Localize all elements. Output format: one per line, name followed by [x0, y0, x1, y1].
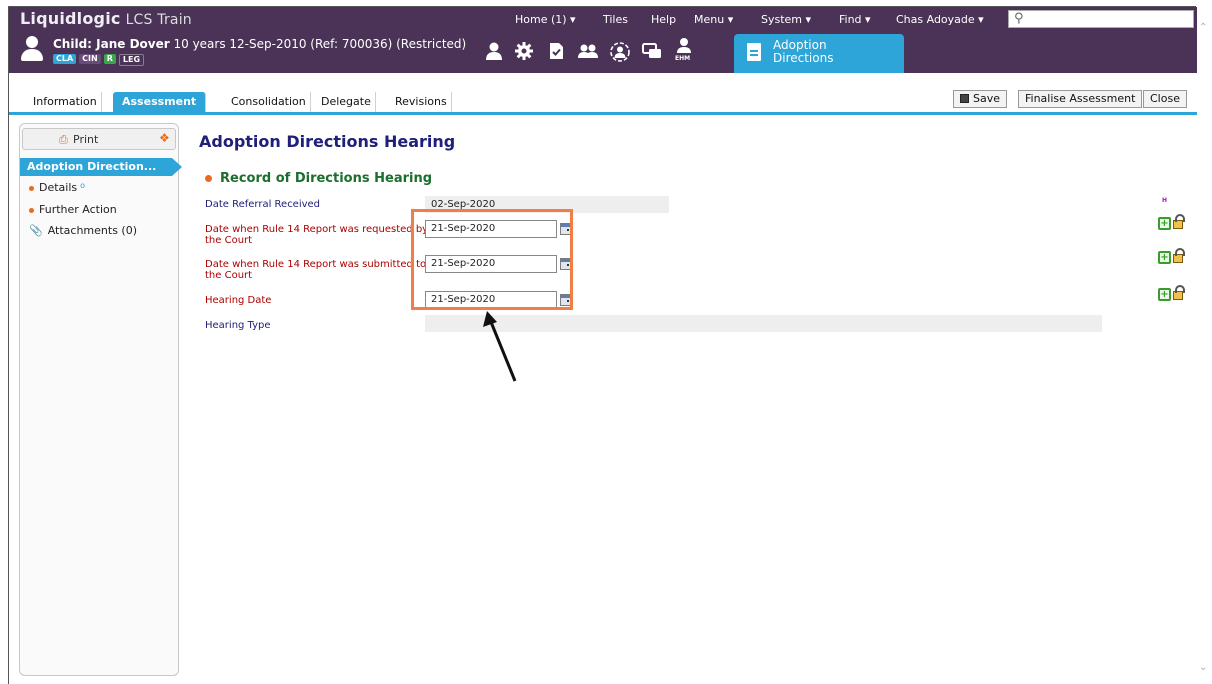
tab-delegate[interactable]: Delegate: [317, 92, 376, 112]
finalise-assessment-button[interactable]: Finalise Assessment: [1018, 90, 1143, 108]
child-avatar-icon: [21, 36, 43, 64]
sidebar-details-label: Details: [39, 181, 78, 194]
person-icon[interactable]: [483, 41, 505, 63]
ehm-label: EHM: [675, 55, 691, 62]
document-icon: [747, 43, 761, 61]
section-heading: Record of Directions Hearing: [205, 171, 432, 186]
rule14-submitted-label-line1: Date when Rule 14 Report was submitted t…: [205, 259, 427, 270]
save-label: Save: [973, 92, 1001, 105]
tab-consolidation[interactable]: Consolidation: [227, 92, 311, 112]
child-details: 10 years 12-Sep-2010 (Ref: 700036) (Rest…: [173, 37, 467, 51]
active-tab-line2: Directions: [773, 51, 834, 65]
rule14-submitted-label: Date when Rule 14 Report was submitted t…: [205, 259, 426, 281]
badge-cla[interactable]: CLA: [53, 54, 77, 64]
adoption-directions-tab[interactable]: Adoption Directions: [734, 34, 904, 73]
user-menu[interactable]: Chas Adoyade ▾: [896, 13, 984, 26]
gear-icon[interactable]: [513, 41, 535, 63]
scroll-down-arrow[interactable]: ⌄: [1199, 662, 1207, 673]
date-referral-received-label: Date Referral Received: [205, 199, 321, 210]
brand-name: Liquidlogic: [20, 9, 121, 28]
save-icon: [960, 94, 969, 103]
sidebar-attachments-label: Attachments (0): [47, 224, 137, 237]
sidebar: ⎙ Print ❖ Adoption Direction... Details o…: [19, 123, 182, 676]
row-actions-hearing-date: +: [1158, 285, 1186, 302]
add-note-icon[interactable]: +: [1158, 288, 1171, 301]
rule14-requested-label-line1: Date when Rule 14 Report was requested b…: [205, 224, 429, 235]
tab-information[interactable]: Information: [29, 92, 102, 112]
bullet-dot-icon: [29, 207, 34, 213]
ehm-person-icon[interactable]: EHM: [673, 37, 695, 62]
print-button[interactable]: ⎙ Print ❖: [22, 128, 176, 150]
rule14-requested-label: Date when Rule 14 Report was requested b…: [205, 224, 428, 246]
page-title: Adoption Directions Hearing: [199, 132, 456, 151]
sidebar-item-further-action[interactable]: Further Action: [29, 203, 117, 216]
section-bullet-icon: [205, 175, 212, 182]
badge-cin[interactable]: CIN: [79, 54, 101, 64]
sidebar-item-details[interactable]: Details o: [29, 181, 85, 194]
highlight-box: [411, 209, 573, 310]
sidebar-item-attachments[interactable]: 📎 Attachments (0): [29, 224, 137, 237]
system-menu[interactable]: System ▾: [761, 13, 811, 26]
sidebar-further-action-label: Further Action: [39, 203, 117, 216]
child-context-bar: Child: Jane Dover 10 years 12-Sep-2010 (…: [9, 31, 1197, 73]
badge-leg[interactable]: LEG: [118, 54, 145, 66]
find-menu[interactable]: Find ▾: [839, 13, 871, 26]
rule14-submitted-label-line2: the Court: [205, 270, 253, 281]
person-network-icon[interactable]: [609, 41, 631, 63]
chat-icon[interactable]: [641, 41, 663, 63]
hearing-type-label: Hearing Type: [205, 320, 271, 331]
print-label: Print: [73, 133, 99, 146]
add-note-icon[interactable]: +: [1158, 217, 1171, 230]
child-badges: CLA CIN R LEG: [53, 54, 147, 66]
page: Liquidlogic LCS Train Home (1) ▾ Tiles He…: [0, 0, 1212, 684]
save-button[interactable]: Save: [953, 90, 1008, 108]
details-indicator: o: [80, 181, 86, 190]
child-name: Child: Jane Dover: [53, 37, 170, 51]
assessment-tab-bar: Information Assessment Consolidation Del…: [9, 73, 1197, 115]
section-heading-label: Record of Directions Hearing: [220, 171, 433, 186]
lock-icon[interactable]: [1173, 214, 1185, 229]
row-actions-rule14-requested: +: [1158, 214, 1186, 231]
annotation-arrow: [483, 311, 517, 382]
sidebar-item-adoption-direction[interactable]: Adoption Direction...: [20, 158, 182, 176]
help-link[interactable]: Help: [651, 13, 676, 26]
search-icon: ⚲: [1014, 11, 1024, 26]
add-note-icon[interactable]: +: [1158, 251, 1171, 264]
row-actions-rule14-submitted: +: [1158, 248, 1186, 265]
pin-icon[interactable]: ❖: [159, 131, 170, 145]
top-nav-bar: Liquidlogic LCS Train Home (1) ▾ Tiles He…: [9, 7, 1197, 31]
child-title: Child: Jane Dover 10 years 12-Sep-2010 (…: [53, 37, 466, 51]
menu-dropdown[interactable]: Menu ▾: [694, 13, 733, 26]
environment-name: LCS Train: [125, 12, 192, 28]
app-window: Liquidlogic LCS Train Home (1) ▾ Tiles He…: [8, 6, 1197, 684]
h-marker: H: [1162, 197, 1168, 204]
document-check-icon[interactable]: [545, 41, 567, 63]
badge-r[interactable]: R: [103, 54, 116, 64]
scroll-up-arrow[interactable]: ⌃: [1199, 22, 1207, 33]
app-logo: Liquidlogic LCS Train: [20, 9, 192, 28]
home-menu[interactable]: Home (1) ▾: [515, 13, 576, 26]
printer-icon: ⎙: [59, 133, 68, 146]
lock-icon[interactable]: [1173, 248, 1185, 263]
lock-icon[interactable]: [1173, 285, 1185, 300]
rule14-requested-label-line2: the Court: [205, 235, 253, 246]
close-button[interactable]: Close: [1143, 90, 1187, 108]
paperclip-icon: 📎: [29, 224, 43, 237]
group-icon[interactable]: [577, 41, 599, 63]
bullet-dot-icon: [29, 185, 34, 191]
tab-revisions[interactable]: Revisions: [391, 92, 452, 112]
search-input[interactable]: ⚲: [1008, 10, 1194, 28]
tab-assessment[interactable]: Assessment: [113, 92, 207, 112]
tiles-link[interactable]: Tiles: [603, 13, 628, 26]
hearing-date-label: Hearing Date: [205, 295, 272, 306]
